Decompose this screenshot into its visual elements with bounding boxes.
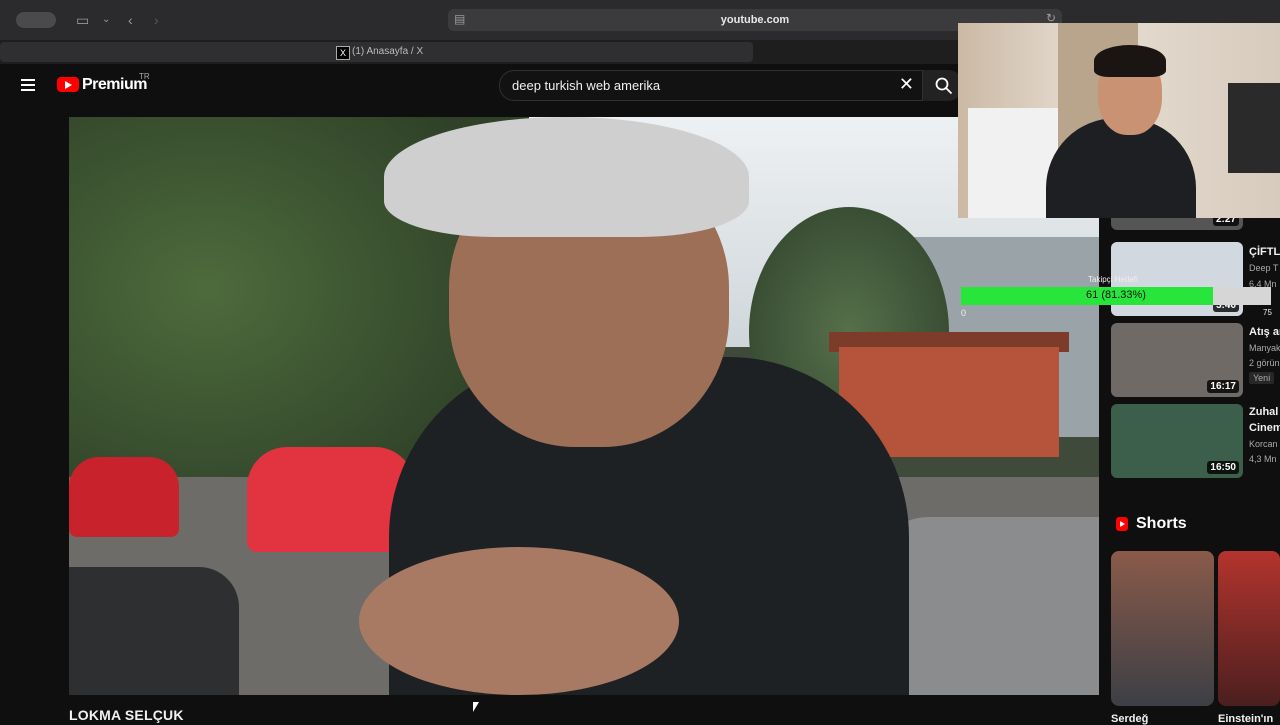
search-icon (935, 77, 953, 95)
video-duration: 16:50 (1207, 461, 1239, 474)
youtube-logo-icon[interactable] (57, 77, 79, 92)
back-icon[interactable]: ‹ (128, 11, 133, 29)
related-video-title[interactable]: Zuhal (1249, 406, 1278, 418)
related-video-thumbnail[interactable]: 16:50 (1111, 404, 1243, 478)
related-video-views: 2 görün (1249, 358, 1280, 368)
related-video-views: 4,3 Mn (1249, 454, 1277, 464)
related-video-channel[interactable]: Manyak (1249, 343, 1280, 353)
video-frame-cap (384, 117, 749, 237)
video-player[interactable] (69, 117, 1099, 695)
webcam-overlay (958, 23, 1280, 218)
short-title[interactable]: Serdeğ (1111, 713, 1148, 725)
related-video-title[interactable]: Atış ar (1249, 326, 1280, 338)
menu-icon[interactable] (21, 79, 35, 91)
region-code: TR (139, 72, 150, 81)
sidebar-toggle-icon[interactable]: ▭ (76, 11, 89, 29)
related-video-thumbnail[interactable]: 16:17 (1111, 323, 1243, 397)
yt-brand-label[interactable]: Premium (82, 76, 147, 94)
goal-label: Takipçi Hedefi (1088, 275, 1138, 284)
search-input[interactable]: deep turkish web amerika (512, 78, 660, 93)
follower-goal-bar: 61 (81.33%) (961, 287, 1271, 305)
short-thumbnail[interactable] (1218, 551, 1280, 706)
tab-x-anasayfa[interactable]: X (1) Anasayfa / X (0, 42, 753, 62)
shorts-heading: Shorts (1136, 515, 1187, 532)
video-duration: 16:17 (1207, 380, 1239, 393)
video-frame-car (69, 567, 239, 695)
short-title[interactable]: Einstein'ın (1218, 713, 1273, 725)
related-video-title-line2[interactable]: Cinem (1249, 422, 1280, 434)
video-frame-car (69, 457, 179, 537)
goal-max: 75 (1263, 308, 1272, 317)
webcam-streamer-hair (1094, 45, 1166, 77)
shorts-icon (1116, 517, 1128, 531)
webcam-drawer (968, 108, 1058, 218)
clear-search-icon[interactable]: ✕ (899, 74, 914, 95)
related-video-channel[interactable]: Deep T (1249, 263, 1278, 273)
forward-icon[interactable]: › (154, 11, 159, 29)
chevron-down-icon[interactable]: ⌄ (102, 11, 110, 29)
search-button[interactable] (923, 70, 963, 101)
webcam-keyboard (1228, 83, 1280, 173)
related-video-channel[interactable]: Korcan (1249, 439, 1278, 449)
x-logo-icon: X (336, 46, 350, 60)
new-badge: Yeni (1249, 372, 1275, 384)
video-frame-hand (359, 547, 679, 695)
goal-progress-text: 61 (81.33%) (1086, 289, 1146, 301)
goal-min: 0 (961, 308, 967, 318)
search-box[interactable]: deep turkish web amerika ✕ (499, 70, 923, 101)
window-controls[interactable] (16, 12, 56, 28)
related-video-title[interactable]: ÇİFTL (1249, 246, 1280, 258)
mouse-cursor-icon (473, 702, 479, 712)
video-title: LOKMA SELÇUK (69, 707, 184, 723)
short-thumbnail[interactable] (1111, 551, 1214, 706)
tab-title: (1) Anasayfa / X (352, 46, 424, 57)
